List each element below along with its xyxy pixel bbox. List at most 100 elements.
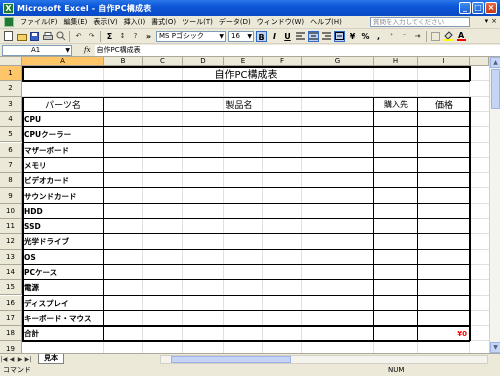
column-header-g[interactable]: G: [302, 57, 374, 66]
column-header-i[interactable]: I: [418, 57, 470, 66]
undo-icon[interactable]: ↶: [73, 31, 84, 42]
next-sheet-icon[interactable]: ▶: [16, 356, 24, 363]
align-center-icon[interactable]: [308, 30, 319, 42]
part-name-cell[interactable]: ディスプレイ: [24, 296, 102, 311]
row-header-16[interactable]: 16: [0, 295, 22, 311]
row-header-8[interactable]: 8: [0, 173, 22, 189]
close-button[interactable]: ×: [485, 2, 497, 14]
row-header-12[interactable]: 12: [0, 234, 22, 250]
part-name-cell[interactable]: CPUクーラー: [24, 127, 102, 142]
menu-file[interactable]: ファイル(F): [17, 17, 61, 27]
column-header-a[interactable]: A: [22, 57, 104, 66]
column-header-d[interactable]: D: [183, 57, 224, 66]
row-header-19[interactable]: 19: [0, 341, 22, 353]
row-header-17[interactable]: 17: [0, 310, 22, 327]
total-label-cell[interactable]: 合計: [24, 326, 102, 341]
row-header-3[interactable]: 3: [0, 96, 22, 112]
header-product-name[interactable]: 製品名: [104, 97, 374, 112]
decrease-decimal-icon[interactable]: ⁻: [399, 31, 410, 42]
header-store[interactable]: 購入先: [374, 97, 418, 112]
part-name-cell[interactable]: サウンドカード: [24, 188, 102, 203]
currency-button[interactable]: ¥: [347, 31, 358, 42]
menu-help[interactable]: ヘルプ(H): [307, 17, 345, 27]
new-file-icon[interactable]: [3, 31, 14, 42]
sort-icon[interactable]: ↕: [117, 31, 128, 42]
help-dropdown-arrow[interactable]: ▾: [485, 17, 489, 25]
row-header-1[interactable]: 1: [0, 66, 22, 82]
part-name-cell[interactable]: キーボード・マウス: [24, 311, 102, 326]
sheet-tab-sample[interactable]: 見本: [38, 354, 64, 364]
part-name-cell[interactable]: 光学ドライブ: [24, 234, 102, 249]
bold-button[interactable]: B: [256, 30, 267, 42]
toolbar-options-button[interactable]: »: [143, 31, 154, 42]
font-size-select[interactable]: 16 ▼: [228, 30, 254, 42]
workbook-icon[interactable]: [4, 17, 14, 27]
row-header-2[interactable]: 2: [0, 81, 22, 97]
part-name-cell[interactable]: SSD: [24, 219, 102, 234]
column-header-e[interactable]: E: [224, 57, 263, 66]
total-value-cell[interactable]: ¥0: [421, 326, 467, 341]
comma-button[interactable]: ,: [373, 31, 384, 42]
name-box[interactable]: A1 ▼: [2, 44, 72, 56]
row-header-14[interactable]: 14: [0, 264, 22, 281]
borders-icon[interactable]: [430, 31, 441, 42]
header-price[interactable]: 価格: [418, 97, 470, 112]
menu-insert[interactable]: 挿入(I): [121, 17, 149, 27]
doc-close-button[interactable]: ×: [491, 17, 497, 25]
part-name-cell[interactable]: マザーボード: [24, 143, 102, 158]
column-header-c[interactable]: C: [143, 57, 183, 66]
fill-color-icon[interactable]: [443, 31, 454, 42]
prev-sheet-icon[interactable]: ◀: [8, 356, 16, 363]
formula-input[interactable]: 自作PC構成表: [94, 44, 500, 56]
redo-icon[interactable]: ↷: [86, 31, 97, 42]
header-part-name[interactable]: パーツ名: [22, 97, 104, 112]
column-header-f[interactable]: F: [263, 57, 302, 66]
percent-button[interactable]: %: [360, 31, 371, 42]
merge-center-icon[interactable]: [334, 30, 345, 42]
row-header-5[interactable]: 5: [0, 127, 22, 143]
part-name-cell[interactable]: CPU: [24, 112, 102, 127]
preview-icon[interactable]: [55, 31, 66, 42]
minimize-button[interactable]: _: [459, 2, 471, 14]
menu-edit[interactable]: 編集(E): [61, 17, 91, 27]
underline-button[interactable]: U: [282, 31, 293, 42]
part-name-cell[interactable]: HDD: [24, 204, 102, 219]
row-header-18[interactable]: 18: [0, 326, 22, 342]
row-header-9[interactable]: 9: [0, 188, 22, 204]
horizontal-scroll-thumb[interactable]: [171, 356, 291, 363]
font-name-select[interactable]: MS Pゴシック ▼: [156, 30, 226, 42]
italic-button[interactable]: I: [269, 31, 280, 42]
help-search-input[interactable]: 質問を入力してください: [370, 17, 470, 27]
row-header-6[interactable]: 6: [0, 142, 22, 158]
row-header-10[interactable]: 10: [0, 203, 22, 219]
part-name-cell[interactable]: 電源: [24, 280, 102, 295]
indent-icon[interactable]: ⇥: [412, 31, 423, 42]
align-left-icon[interactable]: [295, 31, 306, 42]
help-icon[interactable]: ?: [130, 31, 141, 42]
maximize-button[interactable]: □: [472, 2, 484, 14]
autosum-button[interactable]: Σ: [104, 31, 115, 42]
menu-view[interactable]: 表示(V): [90, 17, 120, 27]
save-icon[interactable]: [29, 31, 40, 42]
horizontal-scrollbar[interactable]: [160, 355, 488, 364]
align-right-icon[interactable]: [321, 31, 332, 42]
column-header-b[interactable]: B: [104, 57, 143, 66]
row-header-4[interactable]: 4: [0, 111, 22, 128]
insert-function-icon[interactable]: fx: [84, 46, 91, 54]
part-name-cell[interactable]: ビデオカード: [24, 173, 102, 188]
row-header-15[interactable]: 15: [0, 280, 22, 296]
part-name-cell[interactable]: OS: [24, 250, 102, 265]
row-header-7[interactable]: 7: [0, 157, 22, 174]
menu-window[interactable]: ウィンドウ(W): [254, 17, 307, 27]
part-name-cell[interactable]: メモリ: [24, 158, 102, 173]
print-icon[interactable]: [42, 31, 53, 42]
increase-decimal-icon[interactable]: ⁺: [386, 31, 397, 42]
open-folder-icon[interactable]: [16, 31, 27, 42]
menu-tools[interactable]: ツール(T): [179, 17, 216, 27]
vertical-scrollbar[interactable]: ▲ ▼: [489, 57, 500, 353]
row-header-13[interactable]: 13: [0, 249, 22, 265]
row-header-11[interactable]: 11: [0, 219, 22, 235]
worksheet-grid[interactable]: ABCDEFGHI 1 2 3 4 5 6 7 8 9 10 11 12 13 14 15 16 17 18 19 …: [0, 57, 500, 353]
menu-data[interactable]: データ(D): [216, 17, 254, 27]
last-sheet-icon[interactable]: ▶|: [24, 356, 32, 363]
